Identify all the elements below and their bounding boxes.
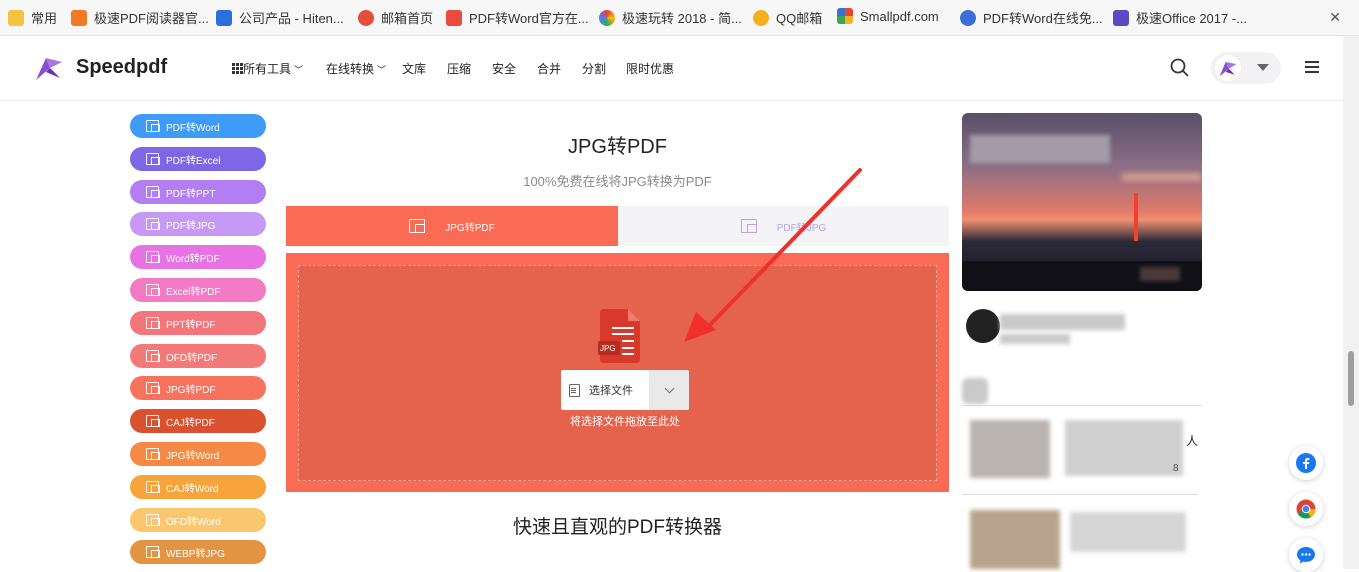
chevron-down-icon bbox=[664, 383, 674, 393]
site-favicon-icon bbox=[216, 9, 232, 26]
bookmark-item[interactable]: 公司产品 - Hiten... bbox=[216, 8, 344, 27]
convert-icon bbox=[146, 120, 160, 132]
nav-merge[interactable]: 合并 bbox=[537, 60, 561, 77]
convert-icon bbox=[146, 415, 160, 427]
tool-ofd-to-word[interactable]: OFD转Word bbox=[130, 508, 266, 532]
ad-banner-image[interactable] bbox=[962, 113, 1202, 291]
tool-pdf-to-jpg[interactable]: PDF转JPG bbox=[130, 212, 266, 236]
close-icon[interactable]: ✕ bbox=[1329, 9, 1341, 26]
logo-text: Speedpdf bbox=[76, 55, 168, 78]
chat-button[interactable] bbox=[1289, 538, 1323, 572]
bookmark-item[interactable]: 极速玩转 2018 - 简... bbox=[599, 8, 742, 27]
tool-caj-to-word[interactable]: CAJ转Word bbox=[130, 475, 266, 499]
bookmark-item[interactable]: QQ邮箱 bbox=[753, 8, 822, 27]
nav-split[interactable]: 分割 bbox=[582, 60, 606, 77]
page-subtitle: 100%免费在线将JPG转换为PDF bbox=[523, 174, 712, 189]
tool-pdf-to-excel[interactable]: PDF转Excel bbox=[130, 147, 266, 171]
chevron-down-icon: ﹀ bbox=[294, 65, 304, 75]
bookmark-item[interactable]: PDF转Word在线免... bbox=[960, 8, 1103, 27]
convert-icon bbox=[146, 284, 160, 296]
folder-icon bbox=[8, 9, 24, 26]
convert-icon bbox=[146, 186, 160, 198]
bookmark-item[interactable]: 极速PDF阅读器官... bbox=[71, 8, 209, 27]
tab-pdf-to-jpg[interactable]: PDF转JPG bbox=[618, 206, 949, 246]
site-logo[interactable]: Speedpdf bbox=[32, 50, 167, 84]
convert-icon bbox=[146, 448, 160, 460]
page-scrollbar[interactable] bbox=[1343, 36, 1359, 569]
site-favicon-icon bbox=[837, 8, 853, 24]
choose-source-dropdown[interactable] bbox=[649, 370, 689, 410]
convert-icon bbox=[146, 317, 160, 329]
site-favicon-icon bbox=[599, 9, 615, 26]
tool-caj-to-pdf[interactable]: CAJ转PDF bbox=[130, 409, 266, 433]
tool-pdf-to-ppt[interactable]: PDF转PPT bbox=[130, 180, 266, 204]
bookmark-item[interactable]: 常用 bbox=[8, 8, 57, 27]
caret-down-icon bbox=[1257, 64, 1269, 71]
bookmark-item[interactable]: 极速Office 2017 -... bbox=[1113, 8, 1247, 27]
convert-icon bbox=[146, 153, 160, 165]
chat-icon bbox=[1297, 547, 1315, 564]
convert-icon bbox=[146, 251, 160, 263]
choose-file-main[interactable]: 选择文件 bbox=[561, 370, 649, 410]
site-favicon-icon bbox=[71, 9, 87, 26]
site-favicon-icon bbox=[446, 9, 462, 26]
tool-ofd-to-pdf[interactable]: OFD转PDF bbox=[130, 344, 266, 368]
page-title: JPG转PDF bbox=[568, 136, 667, 158]
scroll-thumb[interactable] bbox=[1348, 351, 1354, 406]
site-favicon-icon bbox=[753, 9, 769, 26]
hamburger-menu-icon[interactable] bbox=[1305, 61, 1319, 73]
image-convert-icon bbox=[740, 219, 757, 233]
bookmark-item[interactable]: PDF转Word官方在... bbox=[446, 8, 589, 27]
tool-ppt-to-pdf[interactable]: PPT转PDF bbox=[130, 311, 266, 335]
file-icon bbox=[598, 309, 640, 363]
bookmarks-bar: 常用 极速PDF阅读器官... 公司产品 - Hiten... 邮箱首页 PDF… bbox=[0, 0, 1359, 36]
nav-online-convert[interactable]: 在线转换 ﹀ bbox=[326, 60, 386, 77]
tool-jpg-to-pdf[interactable]: JPG转PDF bbox=[130, 376, 266, 400]
nav-library[interactable]: 文库 bbox=[402, 60, 426, 77]
facebook-button[interactable] bbox=[1289, 446, 1323, 480]
tab-jpg-to-pdf[interactable]: JPG转PDF bbox=[286, 206, 618, 246]
convert-icon bbox=[146, 514, 160, 526]
grid-icon bbox=[232, 63, 243, 74]
convert-icon bbox=[146, 350, 160, 362]
search-icon[interactable] bbox=[1170, 58, 1190, 78]
tool-jpg-to-word[interactable]: JPG转Word bbox=[130, 442, 266, 466]
convert-icon bbox=[146, 382, 160, 394]
tool-webp-to-jpg[interactable]: WEBP转JPG bbox=[130, 540, 266, 564]
section-title: 快速且直观的PDF转换器 bbox=[512, 517, 722, 538]
chevron-down-icon: ﹀ bbox=[377, 65, 387, 75]
site-favicon-icon bbox=[358, 9, 374, 26]
site-header: Speedpdf 所有工具 ﹀ 在线转换 ﹀ 文库 压缩 安全 合并 分割 限时优惠 bbox=[0, 36, 1343, 101]
convert-icon bbox=[146, 546, 160, 558]
nav-security[interactable]: 安全 bbox=[492, 60, 516, 77]
avatar bbox=[1214, 54, 1242, 82]
nav-promo[interactable]: 限时优惠 bbox=[626, 60, 674, 77]
tool-excel-to-pdf[interactable]: Excel转PDF bbox=[130, 278, 266, 302]
user-menu[interactable] bbox=[1211, 52, 1281, 84]
bookmark-item[interactable]: 邮箱首页 bbox=[358, 8, 433, 27]
jpg-file-icon: JPG bbox=[598, 307, 642, 365]
convert-icon bbox=[146, 481, 160, 493]
document-icon bbox=[569, 383, 580, 397]
image-convert-icon bbox=[409, 219, 426, 233]
bookmark-item[interactable]: Smallpdf.com bbox=[837, 8, 939, 24]
chrome-icon bbox=[1296, 499, 1316, 519]
convert-icon bbox=[146, 218, 160, 230]
site-favicon-icon bbox=[1113, 9, 1129, 26]
file-type-badge: JPG bbox=[600, 344, 616, 353]
nav-compress[interactable]: 压缩 bbox=[447, 60, 471, 77]
truncated-text: 人 bbox=[1186, 434, 1199, 448]
chrome-button[interactable] bbox=[1289, 492, 1323, 526]
site-favicon-icon bbox=[960, 9, 976, 26]
choose-file-button[interactable]: 选择文件 bbox=[561, 370, 689, 410]
tool-pdf-to-word[interactable]: PDF转Word bbox=[130, 114, 266, 138]
drop-hint-text: 将选择文件拖放至此处 bbox=[570, 416, 680, 428]
tool-word-to-pdf[interactable]: Word转PDF bbox=[130, 245, 266, 269]
facebook-icon bbox=[1296, 453, 1316, 473]
nav-all-tools[interactable]: 所有工具 ﹀ bbox=[232, 60, 303, 77]
truncated-text: 8 bbox=[1173, 463, 1179, 474]
logo-icon bbox=[1219, 61, 1237, 77]
logo-icon bbox=[36, 58, 62, 80]
